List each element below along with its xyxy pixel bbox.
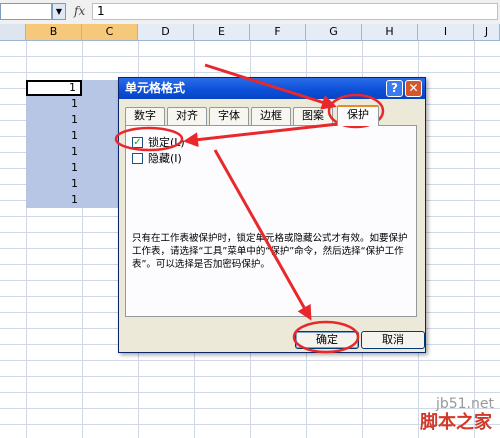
tab-number[interactable]: 数字 bbox=[125, 107, 165, 125]
locked-label[interactable]: 锁定(L) bbox=[148, 136, 185, 150]
name-box-dropdown-icon[interactable]: ▼ bbox=[52, 3, 66, 20]
format-cells-dialog: 单元格格式 ? ✕ 数字 对齐 字体 边框 图案 保护 ✓ 锁定(L) 隐藏(I… bbox=[118, 77, 426, 353]
tab-border[interactable]: 边框 bbox=[251, 107, 291, 125]
cell-b-value[interactable]: 1 bbox=[26, 160, 82, 176]
tab-alignment[interactable]: 对齐 bbox=[167, 107, 207, 125]
watermark: jb51.net 脚本之家 bbox=[370, 378, 500, 438]
function-icon[interactable]: fx bbox=[74, 4, 85, 18]
cell-b-value[interactable]: 1 bbox=[26, 192, 82, 208]
cell-b-value[interactable]: 1 bbox=[26, 176, 82, 192]
cancel-button[interactable]: 取消 bbox=[361, 331, 425, 349]
cell-b-value[interactable]: 1 bbox=[26, 112, 82, 128]
column-header-f[interactable]: F bbox=[250, 24, 306, 40]
tab-font[interactable]: 字体 bbox=[209, 107, 249, 125]
tab-patterns[interactable]: 图案 bbox=[293, 107, 333, 125]
formula-input[interactable]: 1 bbox=[92, 3, 498, 20]
column-header-e[interactable]: E bbox=[194, 24, 250, 40]
column-header-c[interactable]: C bbox=[82, 24, 138, 40]
protection-panel: ✓ 锁定(L) 隐藏(I) 只有在工作表被保护时，锁定单元格或隐藏公式才有效。如… bbox=[125, 125, 417, 317]
locked-checkbox-row[interactable]: ✓ 锁定(L) bbox=[132, 136, 202, 150]
column-header-b[interactable]: B bbox=[26, 24, 82, 40]
cell-b-value[interactable]: 1 bbox=[26, 96, 82, 112]
name-box[interactable] bbox=[0, 3, 52, 20]
column-header-d[interactable]: D bbox=[138, 24, 194, 40]
tab-protection[interactable]: 保护 bbox=[337, 105, 379, 126]
column-header-g[interactable]: G bbox=[306, 24, 362, 40]
locked-checkbox[interactable]: ✓ bbox=[132, 137, 143, 148]
formula-bar: ▼ fx 1 bbox=[0, 0, 500, 25]
column-headers: B C D E F G H I J bbox=[0, 24, 500, 41]
hidden-checkbox-row[interactable]: 隐藏(I) bbox=[132, 152, 202, 166]
ok-button[interactable]: 确定 bbox=[295, 331, 359, 349]
column-header-j[interactable]: J bbox=[474, 24, 500, 40]
hidden-label[interactable]: 隐藏(I) bbox=[148, 152, 182, 166]
watermark-brand: 脚本之家 bbox=[420, 412, 492, 433]
cell-b-value[interactable]: 1 bbox=[26, 144, 82, 160]
column-header-i[interactable]: I bbox=[418, 24, 474, 40]
dialog-titlebar[interactable]: 单元格格式 ? ✕ bbox=[119, 78, 425, 99]
cell-b-value[interactable]: 1 bbox=[26, 128, 82, 144]
dialog-title: 单元格格式 bbox=[125, 81, 186, 95]
column-header-h[interactable]: H bbox=[362, 24, 418, 40]
protection-description: 只有在工作表被保护时，锁定单元格或隐藏公式才有效。如要保护工作表，请选择“工具”… bbox=[132, 233, 408, 270]
cell-b-value[interactable]: 1 bbox=[26, 80, 82, 96]
help-icon[interactable]: ? bbox=[386, 80, 403, 97]
select-all-corner[interactable] bbox=[0, 24, 26, 40]
close-icon[interactable]: ✕ bbox=[405, 80, 422, 97]
hidden-checkbox[interactable] bbox=[132, 153, 143, 164]
